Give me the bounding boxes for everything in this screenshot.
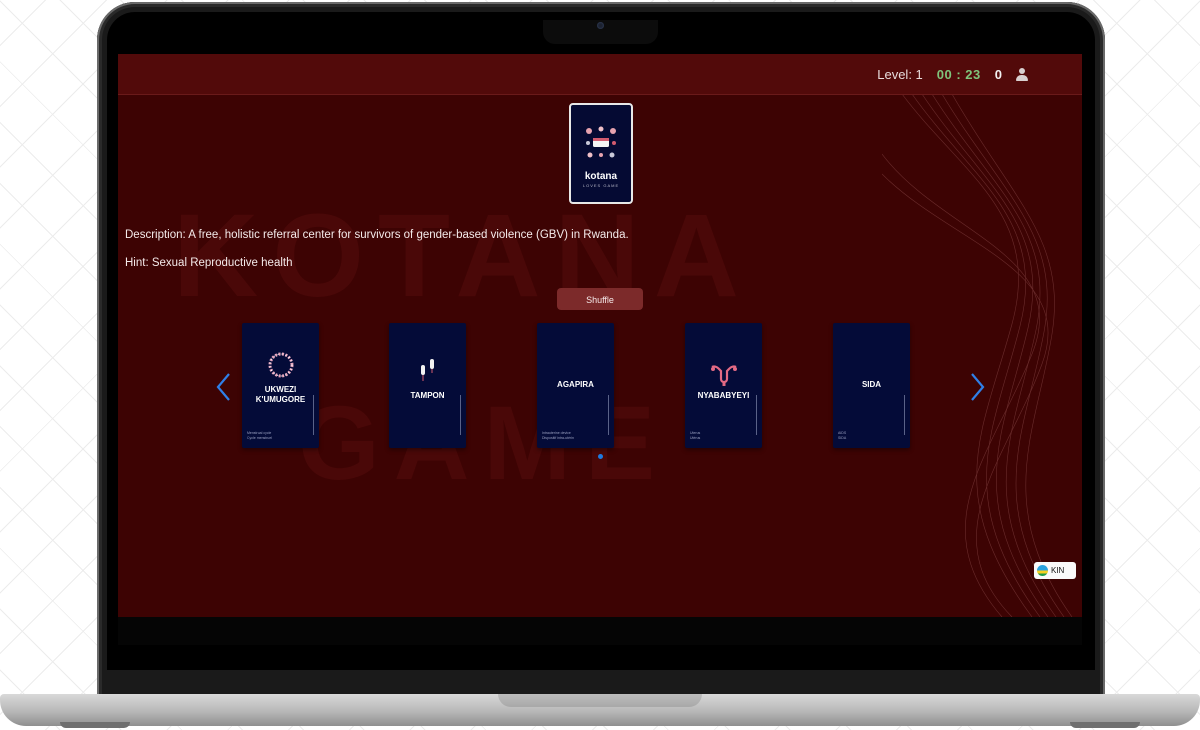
answer-card-3[interactable]: AGAPIRA Intrauterine device Dispositif in… (537, 323, 614, 448)
card-title: NYABABYEYI (697, 391, 750, 400)
answer-card-4[interactable]: NYABABYEYI Uterus Utérus (685, 323, 762, 448)
card-footnote: Intrauterine device Dispositif intra-utér… (542, 431, 574, 440)
question-hint: Hint: Sexual Reproductive health (125, 257, 293, 269)
top-bar: Level: 1 00 : 23 0 (118, 54, 1082, 95)
card-title: SIDA (861, 380, 882, 389)
card-side-text (608, 395, 609, 435)
card-title: TAMPON (410, 391, 445, 400)
card-side-text (460, 395, 461, 435)
countdown-timer: 00 : 23 (936, 67, 981, 82)
shuffle-button[interactable]: Shuffle (557, 288, 643, 310)
answer-card-1[interactable]: UKWEZI K'UMUGORE Menstrual cycle Cycle me… (242, 323, 319, 448)
screen-bottom-strip (118, 617, 1082, 645)
user-icon[interactable] (1016, 68, 1028, 81)
card-footnote: AIDS SIDA (838, 431, 847, 440)
laptop-base-notch (498, 694, 702, 707)
level-indicator: Level: 1 (877, 67, 923, 82)
card-side-text (756, 395, 757, 435)
language-switcher[interactable]: KIN (1034, 562, 1076, 579)
camera-icon (597, 22, 604, 29)
rwanda-flag-icon (1037, 565, 1048, 576)
language-label: KIN (1051, 566, 1065, 575)
card-side-text (904, 395, 905, 435)
question-description: Description: A free, holistic referral c… (125, 229, 629, 241)
game-screen: KOTANA GAME Level: 1 00 : 23 0 kotana LO… (118, 54, 1082, 617)
carousel-pagination-dot[interactable] (598, 454, 603, 459)
watermark-title: KOTANA (173, 190, 753, 322)
laptop-foot-left (60, 722, 130, 728)
deck-card-title: kotana (584, 171, 618, 182)
deck-card-subtitle: LOVES GAME (582, 183, 620, 188)
deck-card[interactable]: kotana LOVES GAME (569, 103, 633, 204)
tampon-icon (421, 359, 434, 381)
card-footnote: Uterus Utérus (690, 431, 701, 440)
uterus-icon (711, 365, 737, 386)
hud: Level: 1 00 : 23 0 (877, 67, 1028, 82)
card-title: UKWEZI (264, 385, 297, 394)
card-side-text (313, 395, 314, 435)
card-title: AGAPIRA (557, 380, 594, 389)
laptop-foot-right (1070, 722, 1140, 728)
card-footnote: Menstrual cycle Cycle menstruel (247, 431, 273, 440)
answer-card-2[interactable]: TAMPON (389, 323, 466, 448)
chevron-right-icon[interactable] (968, 372, 986, 402)
cycle-ring-icon (268, 352, 294, 378)
kotana-logo-icon (586, 126, 616, 158)
card-title-line2: K'UMUGORE (255, 395, 306, 404)
decorative-waves (882, 94, 1073, 617)
chevron-left-icon[interactable] (215, 372, 233, 402)
answer-card-5[interactable]: SIDA AIDS SIDA (833, 323, 910, 448)
score-counter: 0 (994, 67, 1002, 82)
